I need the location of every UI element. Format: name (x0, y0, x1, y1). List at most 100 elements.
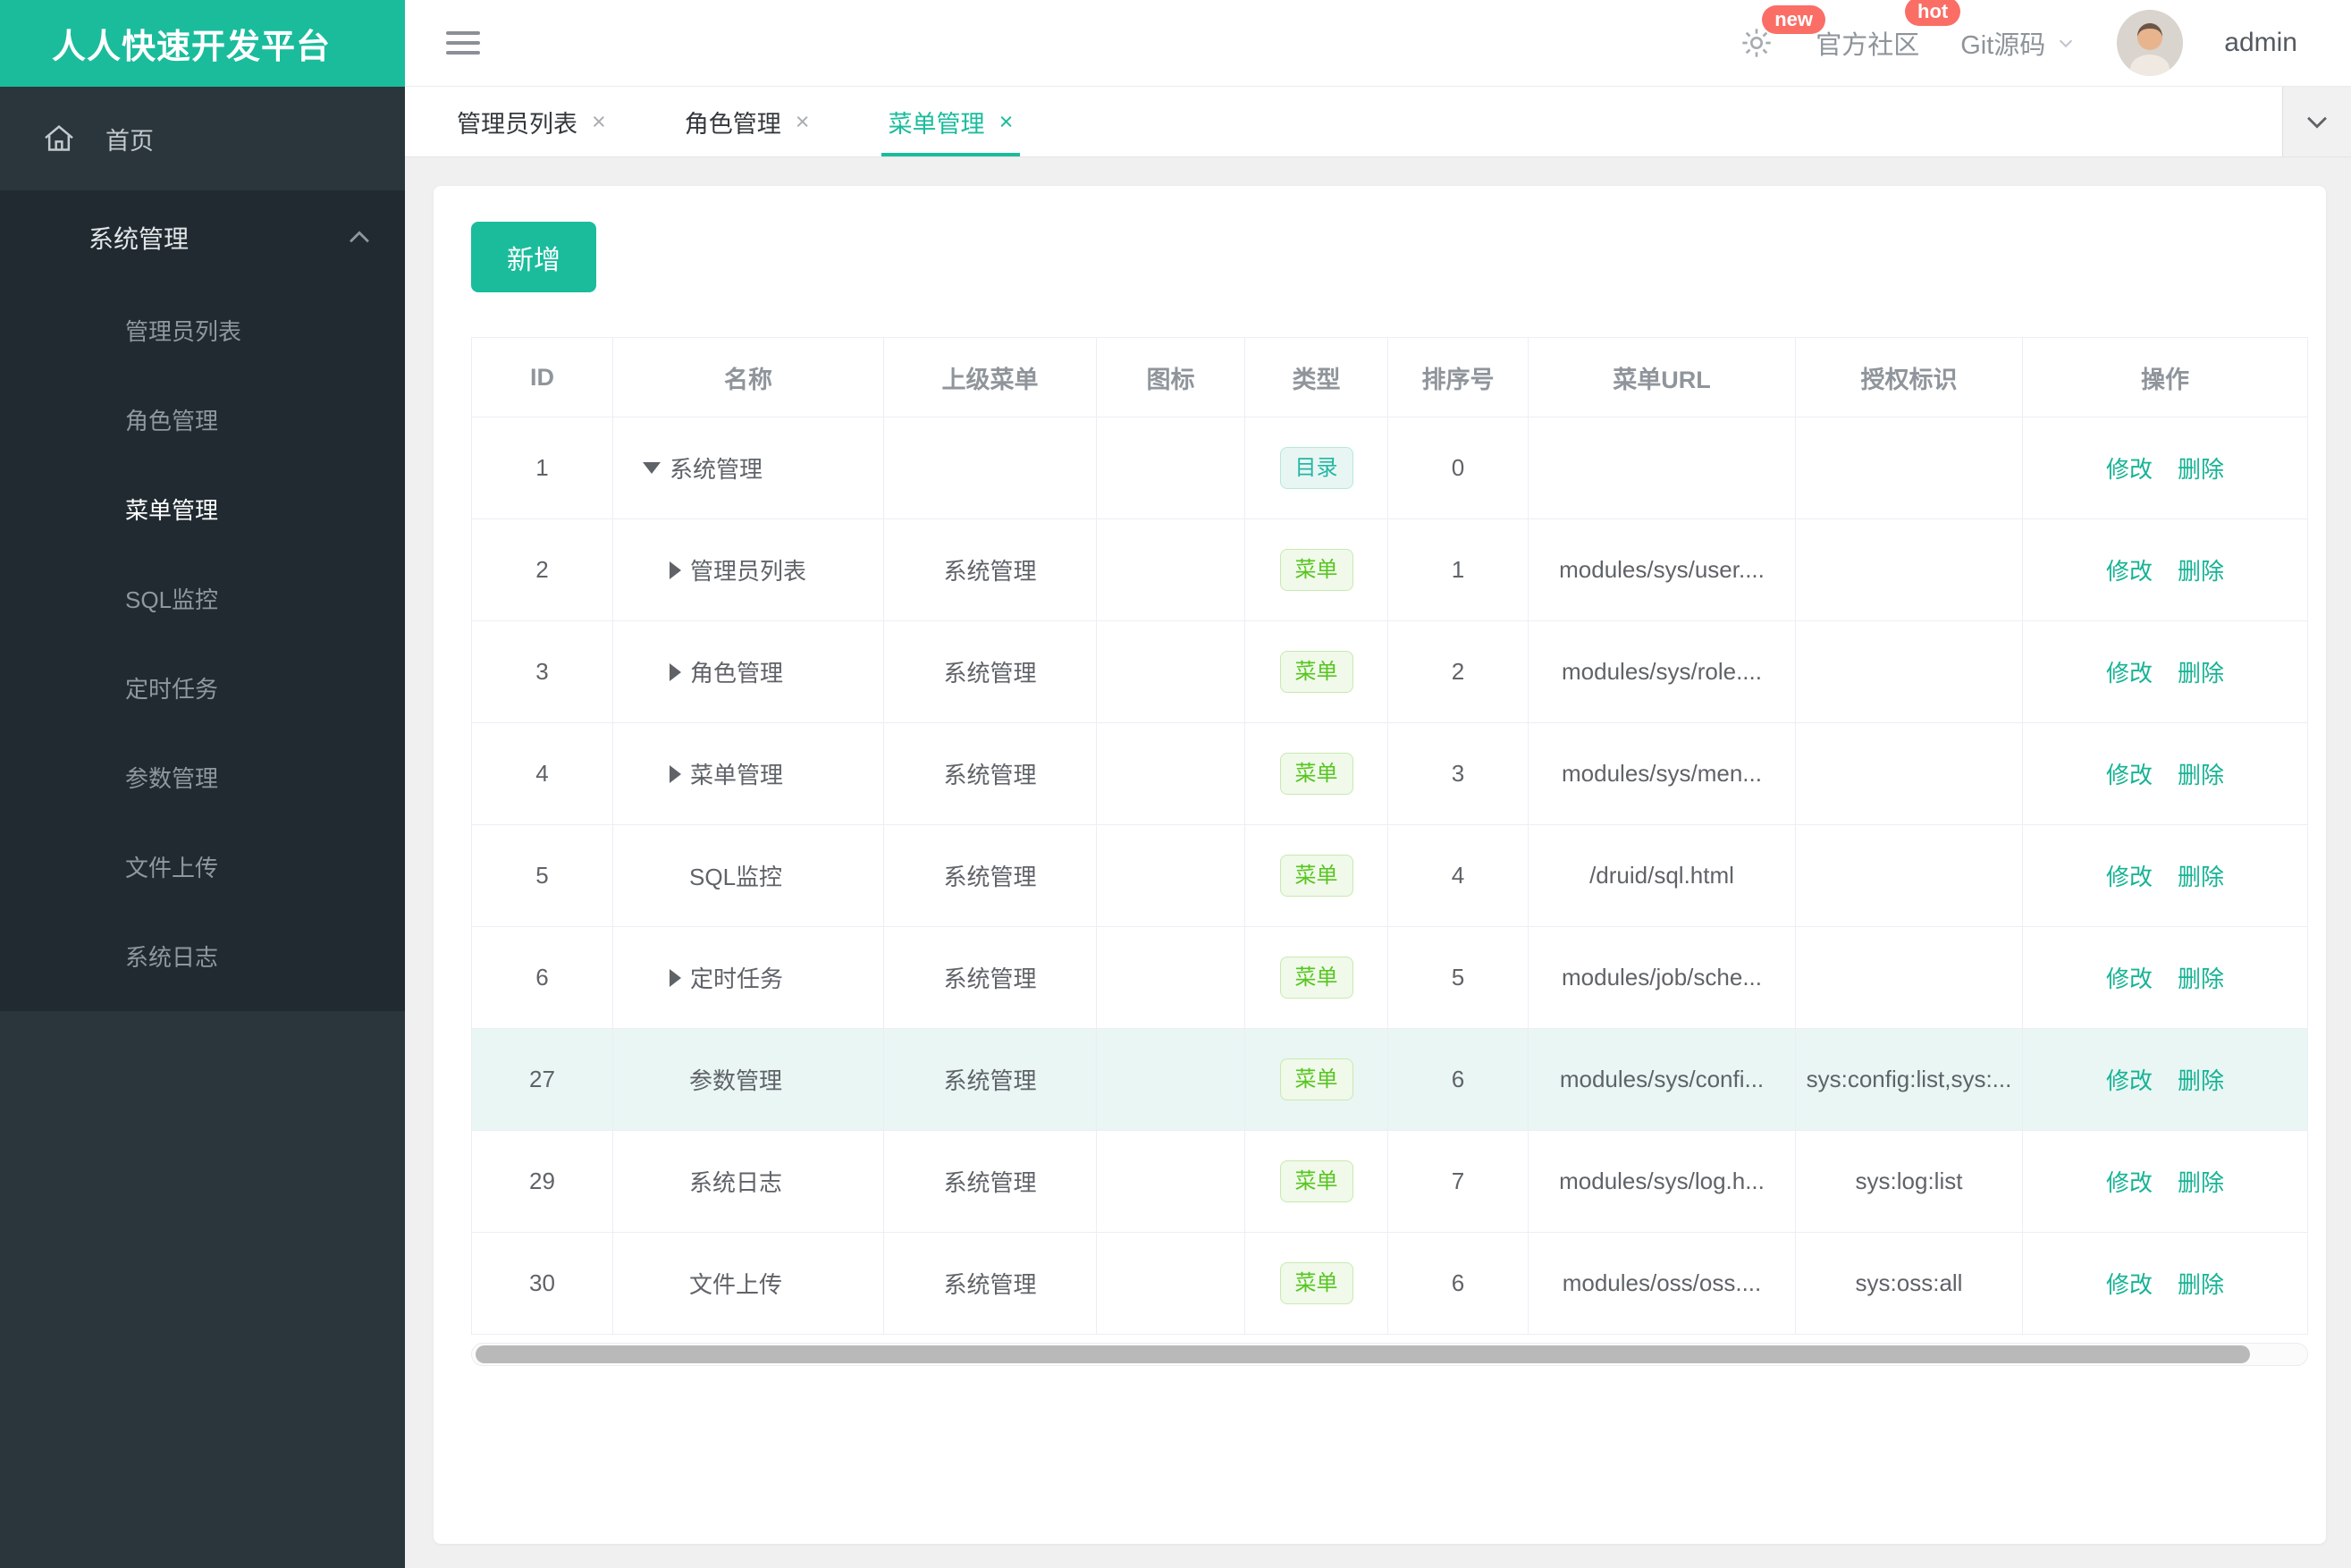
cell-parent (884, 417, 1097, 518)
edit-link[interactable]: 修改 (2106, 859, 2153, 892)
tree-expand-icon[interactable] (670, 662, 681, 681)
community-label: 官方社区 (1816, 31, 1920, 60)
edit-link[interactable]: 修改 (2106, 757, 2153, 790)
sidebar-group-system: 系统管理 管理员列表 角色管理 菜单管理 SQL监控 定时任务 参数管理 文件上传 系统日志 (0, 190, 405, 1011)
sidebar-item-0[interactable]: 管理员列表 (0, 285, 405, 375)
app-logo: 人人快速开发平台 (0, 0, 405, 87)
tree-collapse-icon[interactable] (643, 462, 661, 474)
cell-operations: 修改 删除 (2023, 723, 2307, 824)
menu-name-label: 系统日志 (689, 1169, 783, 1196)
cell-url: modules/sys/role.... (1529, 621, 1796, 722)
menu-name-label: 菜单管理 (690, 762, 784, 788)
delete-link[interactable]: 删除 (2178, 757, 2224, 790)
delete-link[interactable]: 删除 (2178, 859, 2224, 892)
cell-operations: 修改 删除 (2023, 519, 2307, 620)
cell-name: 文件上传 (613, 1233, 884, 1334)
th-id: ID (472, 338, 613, 417)
sidebar-home-label: 首页 (105, 127, 154, 155)
table-row[interactable]: 27 参数管理 系统管理 菜单 6 modules/sys/confi... sys:con… (472, 1028, 2307, 1130)
table-row[interactable]: 29 系统日志 系统管理 菜单 7 modules/sys/log.h... sys:log… (472, 1130, 2307, 1232)
tabs-overflow-button[interactable] (2282, 87, 2351, 156)
table-row[interactable]: 1 系统管理 目录 0 修改 删除 (472, 417, 2307, 518)
edit-link[interactable]: 修改 (2106, 553, 2153, 586)
edit-link[interactable]: 修改 (2106, 655, 2153, 688)
tree-expand-icon[interactable] (670, 968, 681, 987)
tree-expand-icon[interactable] (670, 561, 681, 579)
avatar-image (2117, 10, 2184, 76)
sidebar-item-6[interactable]: 文件上传 (0, 822, 405, 911)
settings-gear-button[interactable]: new (1739, 5, 1825, 61)
sidebar-item-1[interactable]: 角色管理 (0, 375, 405, 464)
tab-role-mgmt[interactable]: 角色管理 × (645, 87, 849, 156)
sidebar-item-7[interactable]: 系统日志 (0, 911, 405, 1000)
sidebar: 首页 系统管理 管理员列表 角色管理 菜单管理 SQL监控 定时任务 参数管理 文件上传 系统… (0, 87, 405, 1568)
delete-link[interactable]: 删除 (2178, 655, 2224, 688)
edit-link[interactable]: 修改 (2106, 961, 2153, 994)
cell-operations: 修改 删除 (2023, 1233, 2307, 1334)
cell-id: 1 (472, 417, 613, 518)
cell-id: 6 (472, 927, 613, 1028)
sidebar-item-3[interactable]: SQL监控 (0, 553, 405, 643)
table-row[interactable]: 4 菜单管理 系统管理 菜单 3 modules/sys/men... 修改 删除 (472, 722, 2307, 824)
app: 人人快速开发平台 new 官方社区 hot Git源码 admin 首页 系统管… (0, 0, 2351, 1568)
cell-operations: 修改 删除 (2023, 927, 2307, 1028)
git-source-link[interactable]: Git源码 (1960, 24, 2076, 62)
table-row[interactable]: 30 文件上传 系统管理 菜单 6 modules/oss/oss.... sys:oss:… (472, 1232, 2307, 1334)
cell-url: modules/sys/user.... (1529, 519, 1796, 620)
edit-link[interactable]: 修改 (2106, 451, 2153, 485)
delete-link[interactable]: 删除 (2178, 553, 2224, 586)
tab-admin-list[interactable]: 管理员列表 × (417, 87, 645, 156)
cell-url (1529, 417, 1796, 518)
edit-link[interactable]: 修改 (2106, 1165, 2153, 1198)
sidebar-item-home[interactable]: 首页 (0, 87, 405, 190)
cell-type: 菜单 (1245, 1131, 1388, 1232)
tree-expand-icon[interactable] (670, 764, 681, 783)
cell-type: 菜单 (1245, 927, 1388, 1028)
delete-link[interactable]: 删除 (2178, 451, 2224, 485)
table-row[interactable]: 6 定时任务 系统管理 菜单 5 modules/job/sche... 修改 删除 (472, 926, 2307, 1028)
sidebar-group-system-header[interactable]: 系统管理 (0, 190, 405, 285)
cell-icon (1097, 1131, 1245, 1232)
horizontal-scrollbar-track[interactable] (471, 1343, 2308, 1366)
sidebar-group-system-label: 系统管理 (88, 225, 190, 253)
delete-link[interactable]: 删除 (2178, 1267, 2224, 1300)
sidebar-item-5[interactable]: 参数管理 (0, 732, 405, 822)
tab-close-icon[interactable]: × (999, 109, 1014, 134)
th-parent: 上级菜单 (884, 338, 1097, 417)
avatar[interactable] (2117, 10, 2184, 76)
cell-sort: 2 (1388, 621, 1529, 722)
table-row[interactable]: 3 角色管理 系统管理 菜单 2 modules/sys/role.... 修改 删除 (472, 620, 2307, 722)
table-row[interactable]: 5 SQL监控 系统管理 菜单 4/druid/sql.html 修改 删除 (472, 824, 2307, 926)
sidebar-item-2[interactable]: 菜单管理 (0, 464, 405, 553)
cell-type: 菜单 (1245, 1233, 1388, 1334)
tab-close-icon[interactable]: × (592, 109, 606, 134)
sidebar-item-4[interactable]: 定时任务 (0, 643, 405, 732)
menu-name-label: SQL监控 (689, 864, 783, 890)
cell-sort: 3 (1388, 723, 1529, 824)
table-row[interactable]: 2 管理员列表 系统管理 菜单 1 modules/sys/user.... 修改 删除 (472, 518, 2307, 620)
tab-close-icon[interactable]: × (796, 109, 810, 134)
delete-link[interactable]: 删除 (2178, 1063, 2224, 1096)
menu-table: ID 名称 上级菜单 图标 类型 排序号 菜单URL 授权标识 操作 1 系统管理… (471, 337, 2308, 1335)
add-button[interactable]: 新增 (471, 222, 596, 292)
hamburger-menu-icon[interactable] (446, 25, 480, 61)
cell-name: 定时任务 (613, 927, 884, 1028)
home-icon (45, 125, 73, 151)
delete-link[interactable]: 删除 (2178, 1165, 2224, 1198)
cell-sort: 7 (1388, 1131, 1529, 1232)
horizontal-scrollbar-thumb[interactable] (476, 1345, 2250, 1363)
cell-parent: 系统管理 (884, 927, 1097, 1028)
community-link[interactable]: 官方社区 hot (1816, 0, 1961, 62)
th-type: 类型 (1245, 338, 1388, 417)
menu-name-label: 管理员列表 (690, 558, 807, 585)
cell-type: 目录 (1245, 417, 1388, 518)
th-perm: 授权标识 (1796, 338, 2023, 417)
cell-parent: 系统管理 (884, 1131, 1097, 1232)
edit-link[interactable]: 修改 (2106, 1267, 2153, 1300)
cell-perm: sys:oss:all (1796, 1233, 2023, 1334)
edit-link[interactable]: 修改 (2106, 1063, 2153, 1096)
delete-link[interactable]: 删除 (2178, 961, 2224, 994)
cell-icon (1097, 723, 1245, 824)
cell-sort: 4 (1388, 825, 1529, 926)
tab-menu-mgmt[interactable]: 菜单管理 × (849, 87, 1053, 156)
